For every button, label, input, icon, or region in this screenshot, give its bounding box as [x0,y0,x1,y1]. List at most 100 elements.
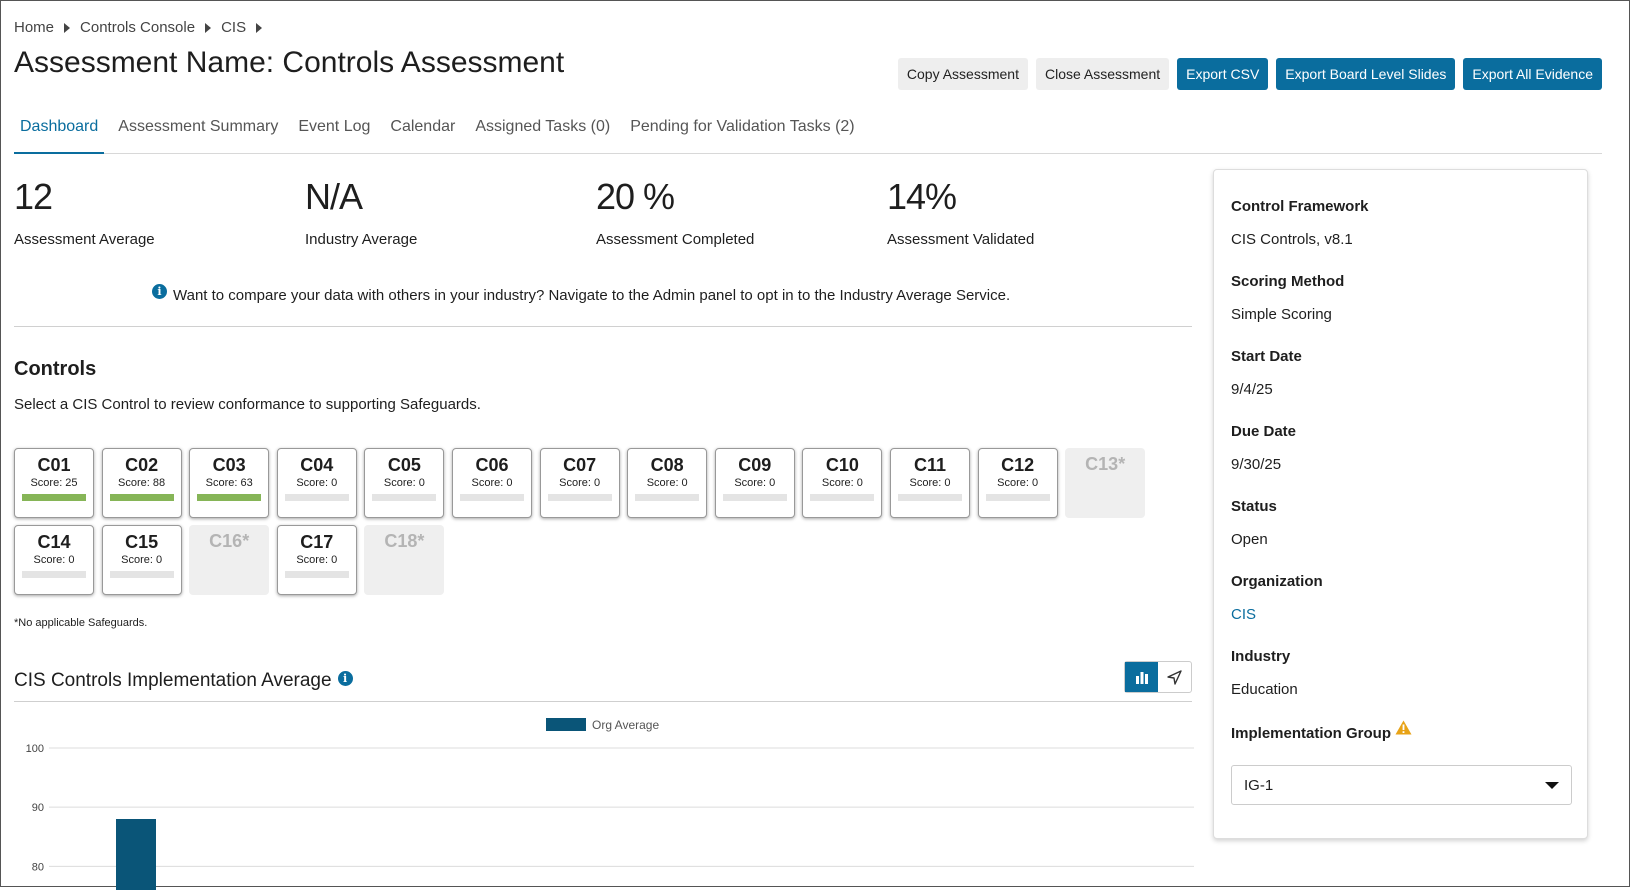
breadcrumb-home[interactable]: Home [14,19,54,36]
stat-label: Assessment Average [14,231,155,248]
score-bar [372,494,437,501]
export-csv-button[interactable]: Export CSV [1177,58,1269,90]
bar-chart-view-button[interactable] [1125,662,1158,692]
control-code: C14 [37,532,71,552]
control-code: C10 [825,455,859,475]
stat-industry-average: N/A Industry Average [305,176,418,249]
score-bar [284,571,349,578]
copy-assessment-button[interactable]: Copy Assessment [897,58,1028,90]
score-bar [22,494,86,501]
implementation-group-label: Implementation Group [1231,725,1392,742]
send-icon [1167,669,1182,685]
score-bar [109,571,174,578]
organization-label: Organization [1231,573,1323,590]
control-tile-c15[interactable]: C15 Score: 0 [101,525,182,595]
warning-icon[interactable] [1395,720,1412,735]
implementation-group-select[interactable]: IG-1 [1231,765,1572,805]
score-bar [197,494,262,501]
info-icon[interactable]: i [337,670,353,686]
breadcrumb: Home Controls Console CIS [14,19,272,36]
control-tile-c11[interactable]: C11 Score: 0 [890,448,970,518]
scoring-method-label: Scoring Method [1231,273,1345,290]
control-score: Score: 63 [205,477,253,489]
control-score: Score: 88 [118,477,166,489]
control-tile-c06[interactable]: C06 Score: 0 [452,448,532,518]
score-bar-fill [197,494,262,501]
due-date-value: 9/30/25 [1231,456,1282,473]
implementation-group-selected: IG-1 [1244,777,1274,794]
bar-c01 [116,819,156,890]
header-actions: Copy Assessment Close Assessment Export … [897,58,1602,90]
breadcrumb-cis[interactable]: CIS [221,19,246,36]
control-tile-c04[interactable]: C04 Score: 0 [276,448,357,518]
close-assessment-button[interactable]: Close Assessment [1035,58,1170,90]
control-framework-value: CIS Controls, v8.1 [1231,231,1353,248]
export-all-evidence-button[interactable]: Export All Evidence [1463,58,1602,90]
control-code: C04 [300,455,334,475]
control-tile-c12[interactable]: C12 Score: 0 [977,448,1058,518]
start-date-value: 9/4/25 [1231,381,1273,398]
control-framework-label: Control Framework [1231,198,1369,215]
tab-pending-validation-tasks[interactable]: Pending for Validation Tasks (2) [624,111,860,154]
control-tile-c13: C13* [1065,448,1146,518]
stat-label: Assessment Validated [887,231,1035,248]
stat-assessment-validated: 14% Assessment Validated [887,176,1035,249]
control-code: C18* [384,531,425,551]
status-value: Open [1231,531,1268,548]
export-board-slides-button[interactable]: Export Board Level Slides [1276,58,1456,90]
control-tile-c05[interactable]: C05 Score: 0 [364,448,445,518]
stat-value: 14% [887,176,957,217]
organization-link[interactable]: CIS [1231,606,1256,623]
control-score: Score: 0 [471,477,513,489]
score-bar [109,494,174,501]
bar-chart-icon [1135,671,1148,684]
breadcrumb-controls-console[interactable]: Controls Console [80,19,195,36]
control-tile-c07[interactable]: C07 Score: 0 [539,448,620,518]
score-bar [284,494,349,501]
score-bar [635,494,700,501]
control-tile-c02[interactable]: C02 Score: 88 [101,448,182,518]
control-tile-c09[interactable]: C09 Score: 0 [714,448,795,518]
control-tile-c14[interactable]: C14 Score: 0 [14,525,94,595]
tab-assigned-tasks[interactable]: Assigned Tasks (0) [469,111,616,154]
control-score: Score: 0 [734,477,776,489]
stat-assessment-average: 12 Assessment Average [14,177,155,249]
industry-average-notice: i Want to compare your data with others … [152,284,1010,304]
control-code: C02 [125,455,159,475]
footnote: *No applicable Safeguards. [14,617,148,629]
controls-heading: Controls [14,358,97,380]
stat-label: Assessment Completed [596,231,755,248]
control-score: Score: 0 [33,554,75,566]
y-tick-label: 100 [26,743,44,755]
control-score: Score: 0 [296,477,338,489]
control-tile-c18: C18* [364,525,445,595]
tab-assessment-summary[interactable]: Assessment Summary [112,111,284,154]
chart-view-toggle [1124,661,1192,693]
control-score: Score: 0 [997,477,1039,489]
due-date-label: Due Date [1231,423,1297,440]
control-tile-c08[interactable]: C08 Score: 0 [627,448,708,518]
legend-swatch [546,718,586,731]
control-code: C07 [563,455,597,475]
score-bar [985,494,1050,501]
control-tile-c01[interactable]: C01 Score: 25 [14,448,94,518]
tab-event-log[interactable]: Event Log [292,111,376,154]
tab-dashboard[interactable]: Dashboard [14,111,105,154]
tab-calendar[interactable]: Calendar [384,111,461,154]
send-view-button[interactable] [1158,662,1191,692]
control-tile-c03[interactable]: C03 Score: 63 [189,448,270,518]
control-code: C01 [37,455,71,475]
controls-subtitle: Select a CIS Control to review conforman… [14,396,481,413]
stat-label: Industry Average [305,231,418,248]
control-tile-c17[interactable]: C17 Score: 0 [276,525,357,595]
control-tile-c10[interactable]: C10 Score: 0 [802,448,883,518]
control-score: Score: 0 [296,554,338,566]
stat-value: N/A [305,176,363,217]
control-score: Score: 0 [383,477,425,489]
score-bar [547,494,612,501]
breadcrumb-separator-icon [256,22,263,33]
industry-label: Industry [1231,648,1291,665]
divider [14,701,1192,702]
control-tile-c16: C16* [189,525,270,595]
start-date-label: Start Date [1231,348,1302,365]
